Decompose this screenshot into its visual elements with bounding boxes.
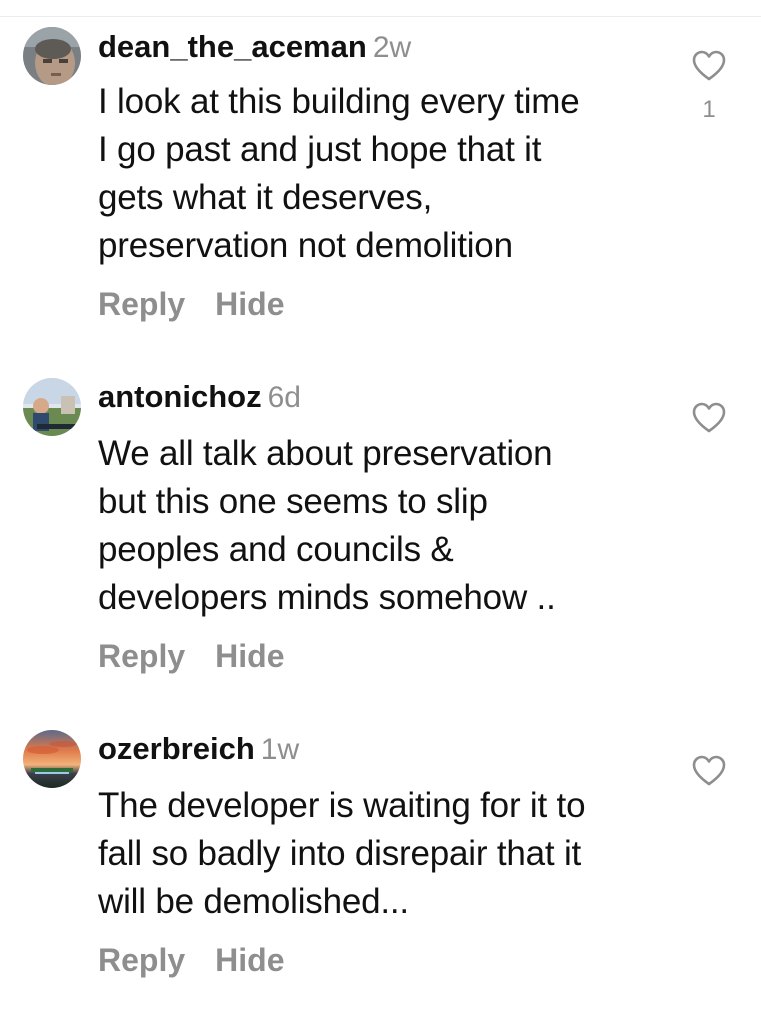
- comment-text-line: I look at this building every time: [98, 82, 580, 121]
- heart-outline-icon[interactable]: [692, 755, 726, 787]
- timestamp: 2w: [372, 31, 412, 64]
- comment-text-line: peoples and councils &: [98, 530, 454, 569]
- reply-button[interactable]: Reply: [98, 638, 185, 674]
- timestamp: 1w: [260, 733, 300, 766]
- comment-text-line: The developer is waiting for it to: [98, 786, 586, 825]
- comment-text-line: will be demolished...: [98, 882, 409, 921]
- comment-text-line: gets what it deserves,: [98, 178, 433, 217]
- comment-text-line: but this one seems to slip: [98, 482, 488, 521]
- comment-text: We all talk about preservation but this …: [98, 430, 668, 622]
- comment-text: The developer is waiting for it to fall …: [98, 782, 668, 926]
- heart-outline-icon[interactable]: [692, 50, 726, 82]
- avatar[interactable]: [23, 27, 81, 85]
- comment-text-line: I go past and just hope that it: [98, 130, 542, 169]
- comment-header: ozerbreich 1w: [98, 730, 299, 774]
- comment-actions: Reply Hide: [98, 940, 284, 980]
- comment-text: I look at this building every time I go …: [98, 78, 668, 270]
- comment-actions: Reply Hide: [98, 636, 284, 676]
- timestamp: 6d: [267, 381, 301, 414]
- avatar[interactable]: [23, 378, 81, 436]
- comment-text-line: preservation not demolition: [98, 226, 513, 265]
- comment-text-line: We all talk about preservation: [98, 434, 553, 473]
- heart-outline-icon[interactable]: [692, 402, 726, 434]
- hide-button[interactable]: Hide: [215, 942, 284, 978]
- avatar[interactable]: [23, 730, 81, 788]
- comment-header: antonichoz 6d: [98, 378, 301, 422]
- comment-text-line: developers minds somehow ..: [98, 578, 556, 617]
- username[interactable]: ozerbreich: [98, 731, 255, 766]
- reply-button[interactable]: Reply: [98, 942, 185, 978]
- like-count: 1: [702, 96, 716, 123]
- hide-button[interactable]: Hide: [215, 638, 284, 674]
- username[interactable]: dean_the_aceman: [98, 29, 367, 64]
- top-divider: [0, 16, 761, 17]
- comment-header: dean_the_aceman 2w: [98, 28, 411, 72]
- hide-button[interactable]: Hide: [215, 286, 284, 322]
- reply-button[interactable]: Reply: [98, 286, 185, 322]
- username[interactable]: antonichoz: [98, 379, 262, 414]
- comment-actions: Reply Hide: [98, 284, 284, 324]
- comment-text-line: fall so badly into disrepair that it: [98, 834, 582, 873]
